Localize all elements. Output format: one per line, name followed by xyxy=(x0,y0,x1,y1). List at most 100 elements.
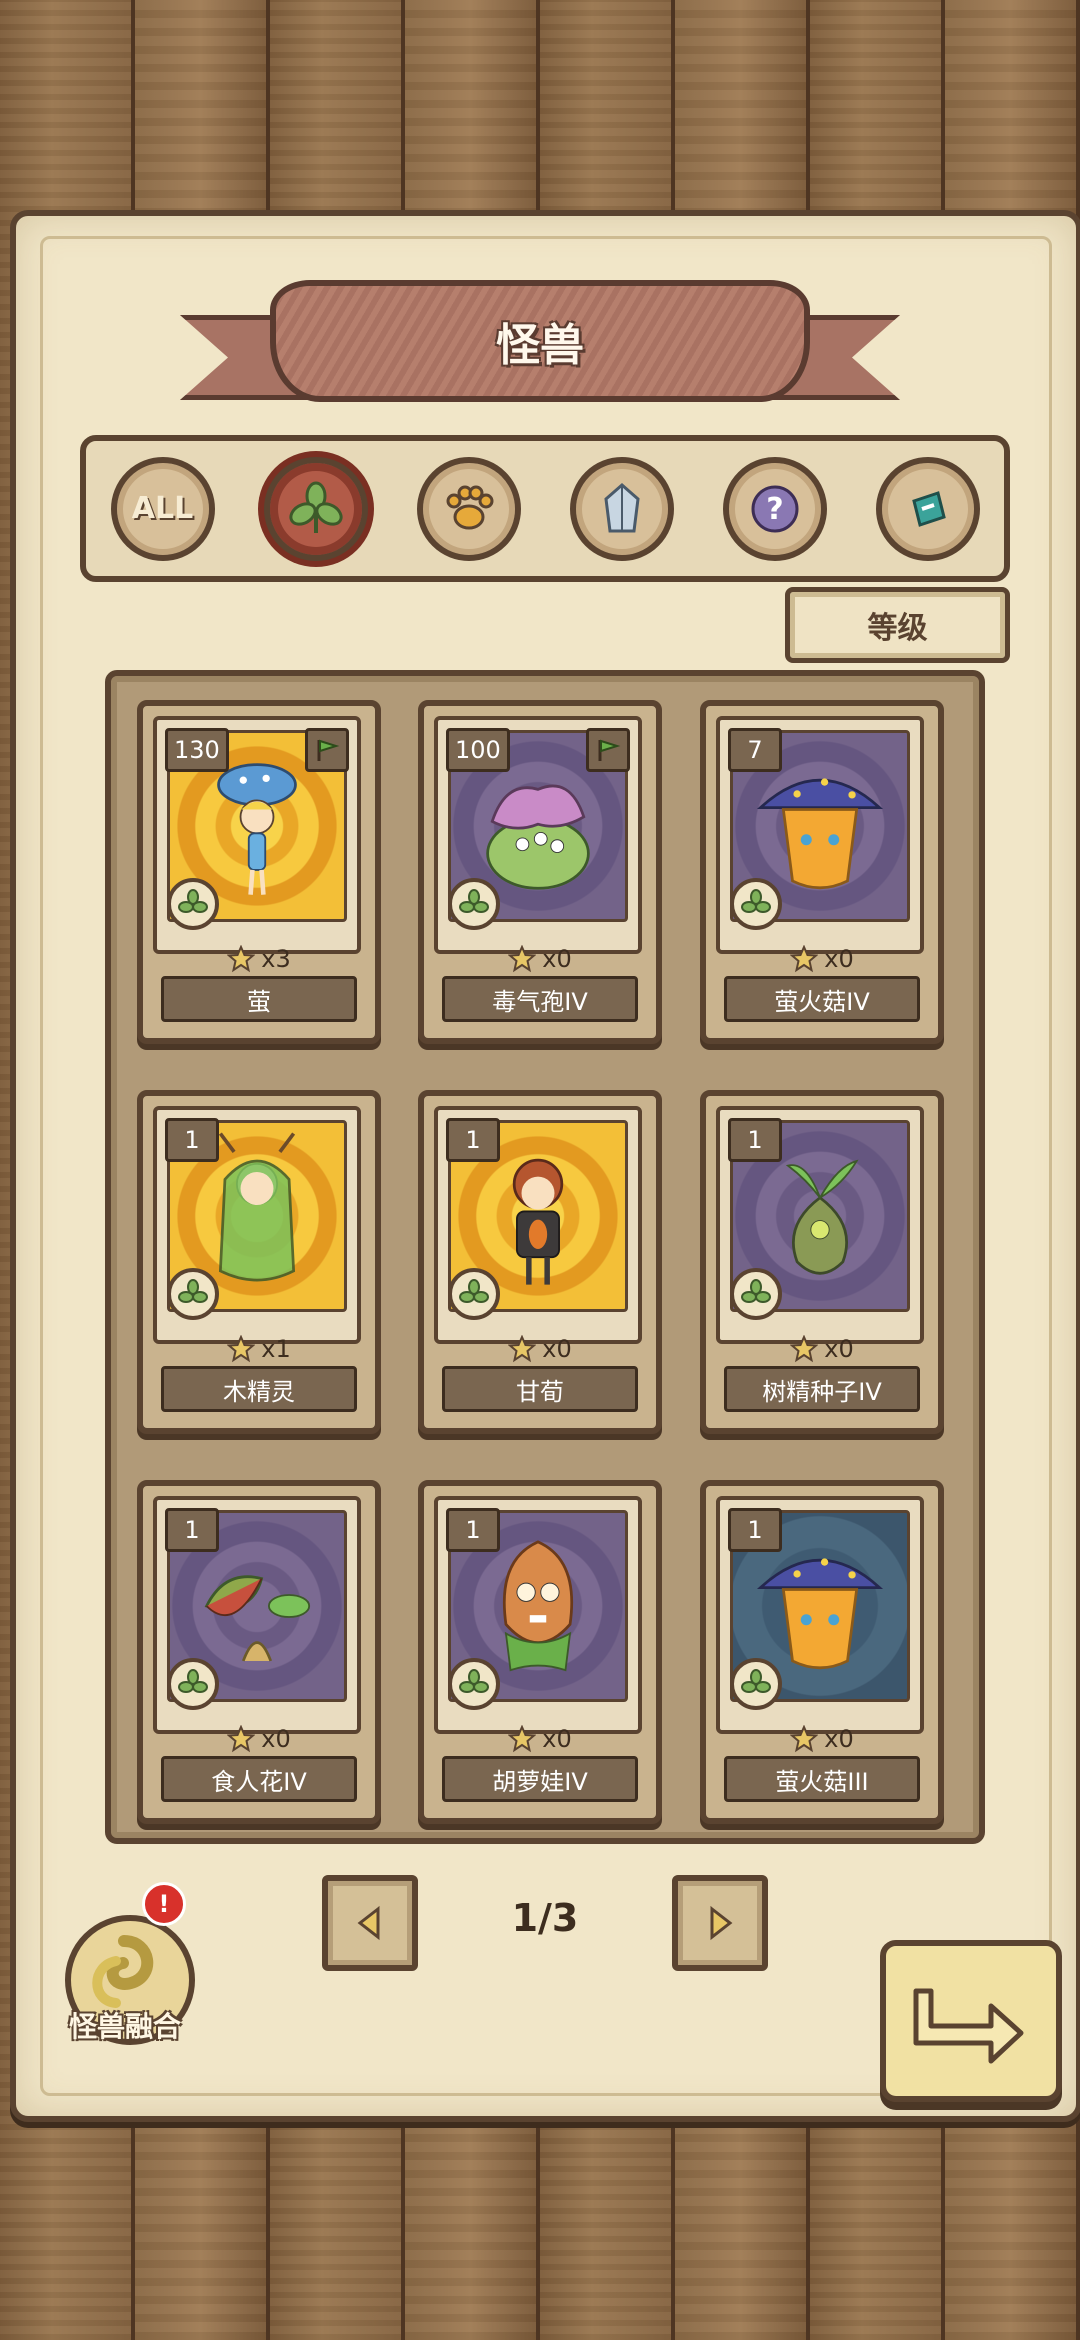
card-count: 1 xyxy=(165,1118,219,1162)
card-name: 毒气孢IV xyxy=(442,976,638,1022)
card-stars: x0 xyxy=(706,1332,938,1366)
card-frame: 1 xyxy=(434,1106,642,1344)
card-frame: 130 xyxy=(153,716,361,954)
crystal-icon xyxy=(603,482,640,532)
return-arrow-icon xyxy=(913,1988,1024,2064)
card-count: 100 xyxy=(446,728,510,772)
card-count: 1 xyxy=(728,1118,782,1162)
card-count: 1 xyxy=(446,1508,500,1552)
filter-bar: ALL ? xyxy=(80,435,1010,582)
card-name: 萤火菇III xyxy=(724,1756,920,1802)
next-page-button[interactable] xyxy=(672,1875,768,1971)
monster-card[interactable]: 1 x1 木精灵 xyxy=(137,1090,381,1434)
star-count: x0 xyxy=(824,1725,854,1753)
paw-icon xyxy=(446,485,493,529)
monster-card[interactable]: 100 x0 毒气孢IV xyxy=(418,700,662,1044)
star-icon xyxy=(790,1725,819,1753)
card-stars: x0 xyxy=(706,942,938,976)
card-stars: x0 xyxy=(143,1722,375,1756)
filter-crystal-button[interactable] xyxy=(569,456,674,561)
card-count: 1 xyxy=(446,1118,500,1162)
filter-all-button[interactable]: ALL xyxy=(110,456,215,561)
arrow-right-icon xyxy=(710,1905,733,1941)
plant-type-icon xyxy=(448,1268,500,1320)
star-count: x0 xyxy=(542,1335,572,1363)
fusion-button[interactable]: 怪兽融合 xyxy=(55,1915,195,2050)
star-count: x0 xyxy=(824,1335,854,1363)
star-count: x3 xyxy=(261,945,291,973)
card-frame: 1 xyxy=(716,1496,924,1734)
arrow-left-icon xyxy=(357,1905,380,1941)
page-indicator: 1/3 xyxy=(511,1896,579,1940)
star-count: x0 xyxy=(542,945,572,973)
star-count: x0 xyxy=(542,1725,572,1753)
card-name: 胡萝娃IV xyxy=(442,1756,638,1802)
plant-type-icon xyxy=(448,878,500,930)
filter-plant-button[interactable] xyxy=(263,456,368,561)
monster-card[interactable]: 130 x3 萤 xyxy=(137,700,381,1044)
card-count: 1 xyxy=(165,1508,219,1552)
filter-special-button[interactable] xyxy=(875,456,980,561)
prev-page-button[interactable] xyxy=(322,1875,418,1971)
monster-card[interactable]: 1 x0 萤火菇III xyxy=(700,1480,944,1824)
monster-card[interactable]: 1 x0 胡萝娃IV xyxy=(418,1480,662,1824)
plant-type-icon xyxy=(730,878,782,930)
filter-unknown-button[interactable]: ? xyxy=(722,456,827,561)
monster-card[interactable]: 1 x0 树精种子IV xyxy=(700,1090,944,1434)
star-count: x1 xyxy=(261,1335,291,1363)
card-count: 1 xyxy=(728,1508,782,1552)
plant-type-icon xyxy=(167,878,219,930)
card-name: 树精种子IV xyxy=(724,1366,920,1412)
title-ribbon: 怪兽 xyxy=(180,270,900,420)
plant-type-icon xyxy=(448,1658,500,1710)
monster-card[interactable]: 1 x0 食人花IV xyxy=(137,1480,381,1824)
card-frame: 1 xyxy=(153,1106,361,1344)
star-icon xyxy=(790,1335,819,1363)
card-frame: 1 xyxy=(153,1496,361,1734)
star-icon xyxy=(790,945,819,973)
fusion-alert-badge: ! xyxy=(142,1882,186,1926)
card-name: 甘荀 xyxy=(442,1366,638,1412)
svg-text:?: ? xyxy=(766,492,783,527)
flag-icon[interactable] xyxy=(305,728,349,772)
plant-type-icon xyxy=(167,1658,219,1710)
question-icon: ? xyxy=(751,485,798,532)
filter-beast-button[interactable] xyxy=(416,456,521,561)
plant-type-icon xyxy=(730,1268,782,1320)
card-name: 木精灵 xyxy=(161,1366,357,1412)
card-name: 萤火菇IV xyxy=(724,976,920,1022)
card-frame: 7 xyxy=(716,716,924,954)
star-icon xyxy=(227,1335,256,1363)
monster-card[interactable]: 7 x0 萤火菇IV xyxy=(700,700,944,1044)
card-stars: x0 xyxy=(424,942,656,976)
star-count: x0 xyxy=(824,945,854,973)
card-stars: x0 xyxy=(706,1722,938,1756)
card-frame: 1 xyxy=(434,1496,642,1734)
card-frame: 100 xyxy=(434,716,642,954)
hook-icon xyxy=(911,490,946,527)
fusion-label: 怪兽融合 xyxy=(68,2010,181,2043)
star-icon xyxy=(508,1335,537,1363)
card-name: 食人花IV xyxy=(161,1756,357,1802)
star-icon xyxy=(227,1725,256,1753)
leaf-icon xyxy=(288,481,343,533)
all-text-icon: ALL xyxy=(131,491,194,526)
card-stars: x3 xyxy=(143,942,375,976)
star-count: x0 xyxy=(261,1725,291,1753)
plant-type-icon xyxy=(730,1658,782,1710)
card-count: 7 xyxy=(728,728,782,772)
card-stars: x0 xyxy=(424,1722,656,1756)
star-icon xyxy=(508,1725,537,1753)
card-name: 萤 xyxy=(161,976,357,1022)
plant-type-icon xyxy=(167,1268,219,1320)
star-icon xyxy=(508,945,537,973)
monster-card[interactable]: 1 x0 甘荀 xyxy=(418,1090,662,1434)
page-title: 怪兽 xyxy=(496,320,584,371)
star-icon xyxy=(227,945,256,973)
card-stars: x0 xyxy=(424,1332,656,1366)
sort-level-button[interactable]: 等级 xyxy=(785,587,1010,663)
back-button[interactable] xyxy=(880,1940,1062,2102)
flag-icon[interactable] xyxy=(586,728,630,772)
card-count: 130 xyxy=(165,728,229,772)
card-frame: 1 xyxy=(716,1106,924,1344)
